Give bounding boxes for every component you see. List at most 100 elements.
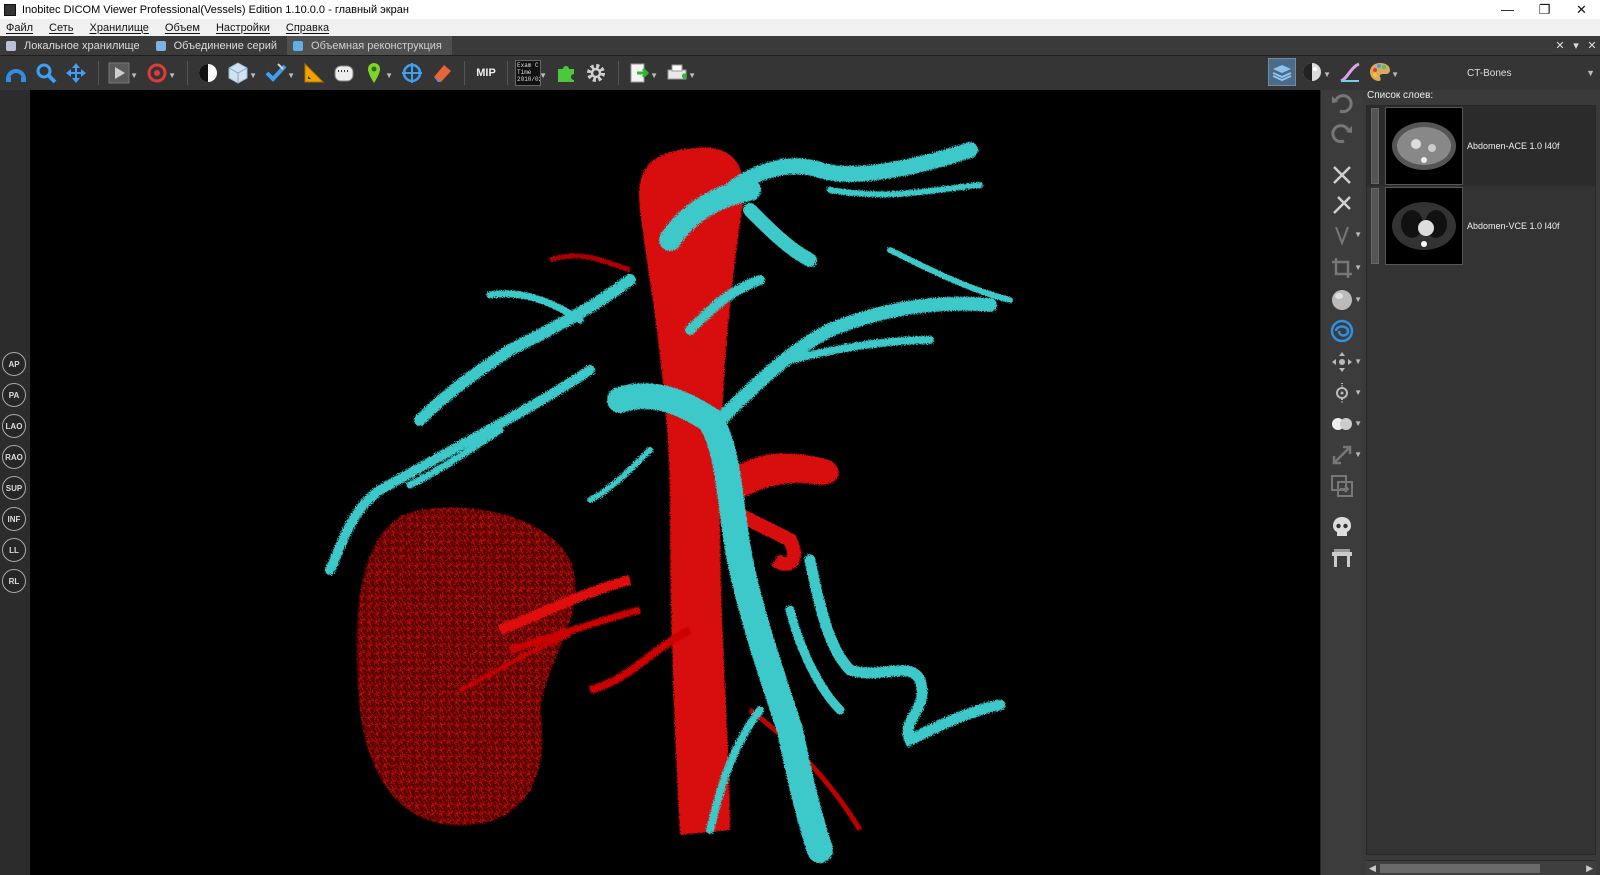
print-button[interactable]: ▼ bbox=[663, 59, 696, 87]
compare-button[interactable]: ▼ bbox=[1328, 411, 1362, 437]
menu-settings[interactable]: Настройки bbox=[216, 22, 270, 34]
menu-help[interactable]: Справка bbox=[286, 22, 329, 34]
gear-icon bbox=[587, 64, 605, 82]
chevron-down-icon[interactable]: ▼ bbox=[385, 71, 393, 80]
chevron-down-icon[interactable]: ▼ bbox=[1354, 419, 1362, 428]
orient-rao-button[interactable]: RAO bbox=[2, 445, 26, 469]
tab-series-merge[interactable]: Объединение серий bbox=[150, 36, 287, 55]
volume-render-viewport[interactable] bbox=[30, 90, 1320, 875]
tab-list-dropdown-icon[interactable]: ▾ bbox=[1568, 36, 1584, 55]
marker-button[interactable]: ▼ bbox=[360, 59, 393, 87]
chevron-down-icon[interactable]: ▼ bbox=[287, 71, 295, 80]
mip-button[interactable]: MIP bbox=[471, 59, 501, 87]
vessel-tracking-button[interactable] bbox=[1328, 318, 1356, 344]
chevron-down-icon[interactable]: ▼ bbox=[650, 71, 658, 80]
measure-tape-button[interactable] bbox=[330, 59, 358, 87]
fly-through-button[interactable]: ▼ bbox=[1328, 380, 1362, 406]
scrollbar-thumb[interactable] bbox=[1380, 863, 1540, 873]
chevron-down-icon[interactable]: ▼ bbox=[1354, 263, 1362, 272]
orient-pa-button[interactable]: PA bbox=[2, 383, 26, 407]
cine-play-button[interactable]: ▼ bbox=[105, 59, 138, 87]
chevron-down-icon[interactable]: ▼ bbox=[1354, 357, 1362, 366]
transfer-function-button[interactable] bbox=[1336, 58, 1364, 86]
tab-close-icon[interactable]: ✕ bbox=[1584, 36, 1600, 55]
ct-chest-thumbnail bbox=[1392, 202, 1456, 250]
layer-drag-handle[interactable] bbox=[1371, 188, 1379, 264]
export-button[interactable]: ▼ bbox=[625, 59, 658, 87]
layer-thumbnail bbox=[1385, 107, 1463, 185]
layers-header: Список слоев: bbox=[1367, 90, 1434, 101]
cut-mode-button[interactable]: ▼ bbox=[1328, 222, 1362, 248]
maximize-button[interactable]: ❐ bbox=[1526, 0, 1563, 19]
layer-item[interactable]: Abdomen-ACE 1.0 I40f bbox=[1367, 106, 1595, 186]
tab-label: Локальное хранилище bbox=[24, 39, 140, 52]
magnifier-icon bbox=[36, 63, 57, 84]
record-button[interactable]: ▼ bbox=[143, 59, 176, 87]
redo-button[interactable] bbox=[1328, 120, 1356, 146]
chevron-down-icon[interactable]: ▼ bbox=[1354, 230, 1362, 239]
crosshair-button[interactable] bbox=[398, 59, 426, 87]
layers-horizontal-scrollbar[interactable]: ◀ ▶ bbox=[1366, 860, 1596, 875]
chevron-down-icon[interactable]: ▼ bbox=[1391, 70, 1399, 79]
table-removal-button[interactable] bbox=[1328, 545, 1356, 571]
resize-button[interactable]: ▼ bbox=[1328, 442, 1362, 468]
ruler-button[interactable] bbox=[300, 59, 328, 87]
orient-lao-button[interactable]: LAO bbox=[2, 414, 26, 438]
tab-label: Объемная реконструкция bbox=[311, 39, 442, 52]
chevron-down-icon[interactable]: ▼ bbox=[1354, 295, 1362, 304]
sculpt-button[interactable]: ▼ bbox=[262, 59, 295, 87]
chevron-down-icon[interactable]: ▼ bbox=[249, 71, 257, 80]
undo-button[interactable] bbox=[1328, 90, 1356, 116]
center-point-button[interactable]: ▼ bbox=[1328, 349, 1362, 375]
chevron-down-icon[interactable]: ▼ bbox=[688, 71, 696, 80]
scroll-right-icon[interactable]: ▶ bbox=[1586, 863, 1593, 874]
sync-views-button[interactable] bbox=[1328, 473, 1356, 499]
chevron-down-icon[interactable]: ▼ bbox=[168, 71, 176, 80]
rotate-3d-button[interactable] bbox=[2, 59, 30, 87]
checkmark-scalpel-icon bbox=[265, 63, 287, 82]
settings-button[interactable] bbox=[582, 59, 610, 87]
zoom-button[interactable] bbox=[32, 59, 60, 87]
crop-button[interactable]: ▼ bbox=[1328, 255, 1362, 281]
chevron-down-icon[interactable]: ▼ bbox=[1354, 388, 1362, 397]
tab-volume-reconstruction[interactable]: Объемная реконструкция bbox=[287, 36, 452, 55]
close-button[interactable]: ✕ bbox=[1563, 0, 1600, 19]
clip-box-button[interactable]: ▼ bbox=[224, 59, 257, 87]
lighting-button[interactable]: ▼ bbox=[1298, 58, 1331, 86]
storage-icon bbox=[6, 40, 16, 51]
window-level-button[interactable] bbox=[194, 59, 222, 87]
cut-keep-button[interactable] bbox=[1328, 192, 1356, 218]
undo-icon bbox=[1332, 94, 1353, 114]
pan-button[interactable] bbox=[62, 59, 90, 87]
layer-drag-handle[interactable] bbox=[1371, 108, 1379, 184]
orient-rl-button[interactable]: RL bbox=[2, 569, 26, 593]
preset-dropdown[interactable]: CT-Bones ▼ bbox=[1467, 63, 1597, 83]
orient-sup-button[interactable]: SUP bbox=[2, 476, 26, 500]
menu-file[interactable]: Файл bbox=[6, 22, 33, 34]
sphere-mode-button[interactable]: ▼ bbox=[1328, 287, 1362, 313]
eraser-button[interactable] bbox=[428, 59, 456, 87]
orient-inf-button[interactable]: INF bbox=[2, 507, 26, 531]
orient-ll-button[interactable]: LL bbox=[2, 538, 26, 562]
layer-item[interactable]: Abdomen-VCE 1.0 I40f bbox=[1367, 186, 1595, 266]
scroll-left-icon[interactable]: ◀ bbox=[1369, 863, 1376, 874]
menu-network[interactable]: Сеть bbox=[49, 22, 73, 34]
layers-mode-button[interactable] bbox=[1268, 58, 1296, 86]
tab-close-all-icon[interactable]: ✕ bbox=[1552, 36, 1568, 55]
menu-volume[interactable]: Объем bbox=[165, 22, 200, 34]
plugins-button[interactable] bbox=[552, 59, 580, 87]
render-mode-group: ▼ ▼ bbox=[1268, 58, 1404, 86]
palette-button[interactable]: ▼ bbox=[1366, 58, 1399, 86]
bone-removal-button[interactable] bbox=[1328, 514, 1356, 540]
menu-storage[interactable]: Хранилище bbox=[90, 22, 149, 34]
annotation-overlay-button[interactable]: Exam C Time 2010/02 ▼ bbox=[514, 59, 547, 87]
minimize-button[interactable]: — bbox=[1489, 0, 1526, 19]
chevron-down-icon[interactable]: ▼ bbox=[1323, 70, 1331, 79]
orient-ap-button[interactable]: AP bbox=[2, 352, 26, 376]
chevron-down-icon[interactable]: ▼ bbox=[539, 71, 547, 80]
cut-remove-button[interactable] bbox=[1328, 162, 1356, 188]
tab-local-storage[interactable]: Локальное хранилище bbox=[0, 36, 150, 55]
rotate-icon bbox=[6, 69, 26, 82]
chevron-down-icon[interactable]: ▼ bbox=[1354, 450, 1362, 459]
chevron-down-icon[interactable]: ▼ bbox=[130, 71, 138, 80]
